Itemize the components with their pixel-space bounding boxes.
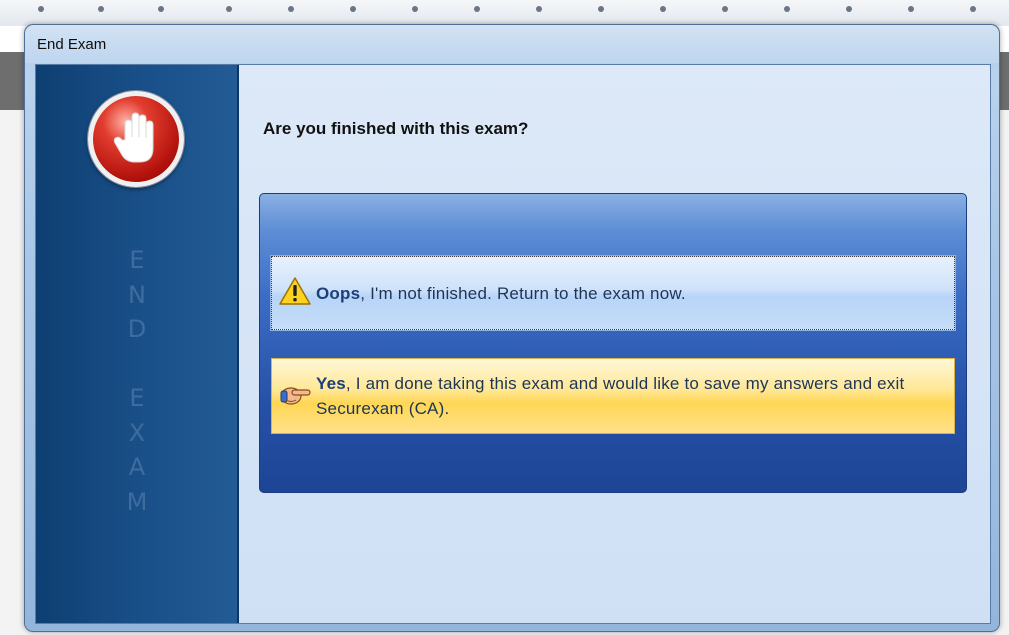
yes-description: , I am done taking this exam and would l…	[316, 374, 905, 418]
oops-return-button[interactable]: Oops, I'm not finished. Return to the ex…	[270, 255, 956, 331]
background-ruler	[0, 0, 1009, 26]
oops-label: Oops	[316, 283, 361, 303]
dialog-content: E N D E X A M Are you finished with this…	[35, 64, 991, 624]
yes-label: Yes	[316, 374, 346, 393]
end-exam-dialog: End Exam E N D E X A M Are you finished …	[24, 24, 1000, 632]
sidebar-letter	[122, 347, 152, 382]
sidebar-letter: M	[126, 487, 148, 516]
question-heading: Are you finished with this exam?	[263, 119, 529, 138]
sidebar-letter: E	[129, 246, 145, 274]
oops-description: , I'm not finished. Return to the exam n…	[360, 283, 686, 303]
sidebar-letter: E	[129, 384, 145, 412]
warning-icon	[278, 276, 312, 311]
main-area: Are you finished with this exam? Oops, I…	[239, 65, 990, 623]
sidebar-vertical-title: E N D E X A M	[122, 243, 152, 519]
stop-hand-icon	[88, 91, 184, 187]
yes-option-text: Yes, I am done taking this exam and woul…	[316, 371, 954, 421]
sidebar-letter: X	[128, 418, 146, 447]
yes-finish-button[interactable]: Yes, I am done taking this exam and woul…	[271, 358, 955, 434]
sidebar-letter: D	[127, 315, 147, 343]
sidebar: E N D E X A M	[36, 65, 239, 623]
options-panel: Oops, I'm not finished. Return to the ex…	[259, 193, 967, 493]
window-title: End Exam	[37, 36, 107, 53]
sidebar-letter: A	[128, 453, 146, 481]
sidebar-letter: N	[128, 280, 146, 309]
oops-option-text: Oops, I'm not finished. Return to the ex…	[316, 281, 706, 306]
pointing-hand-icon	[278, 379, 312, 414]
title-bar[interactable]: End Exam	[25, 25, 999, 63]
